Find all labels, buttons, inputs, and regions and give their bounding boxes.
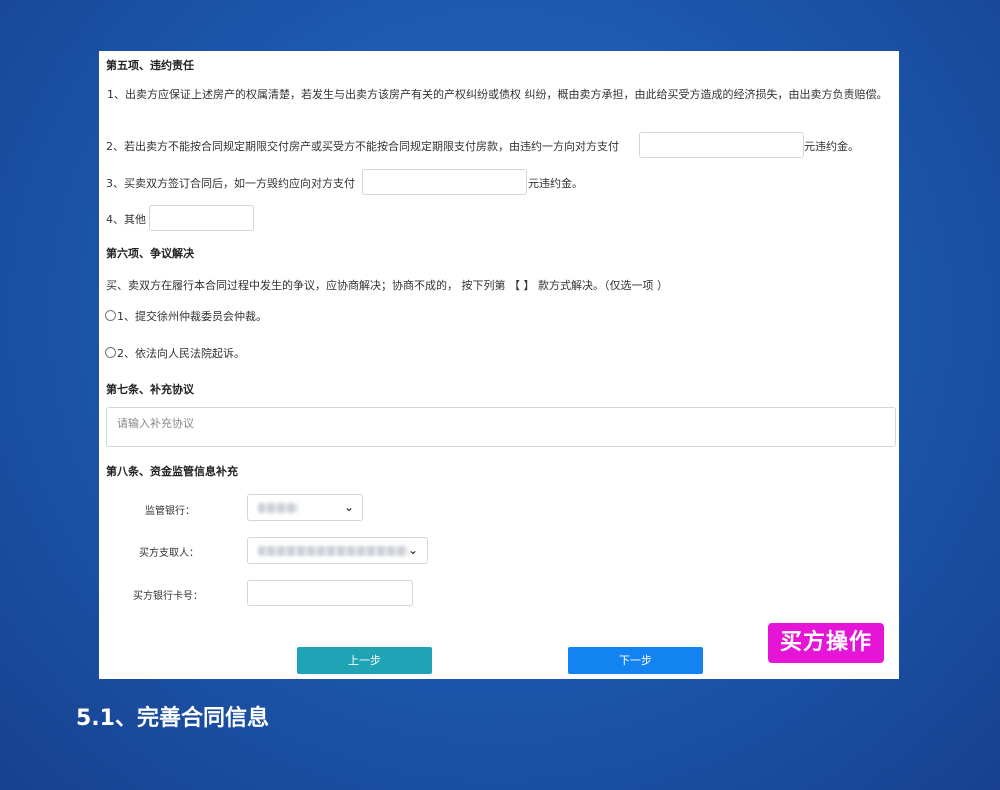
radio-option-court-label: 2、依法向人民法院起诉。 [117, 347, 245, 360]
section5-item4-label: 4、其他 [106, 213, 146, 226]
section7-title: 第七条、补充协议 [106, 383, 194, 396]
contract-form-panel: 第五项、违约责任 1、出卖方应保证上述房产的权属清楚，若发生与出卖方该房产有关的… [99, 51, 899, 679]
chevron-down-icon: ⌄ [344, 500, 355, 514]
radio-option-arbitration[interactable]: 1、提交徐州仲裁委员会仲裁。 [105, 308, 267, 324]
buyer-operation-badge: 买方操作 [768, 623, 884, 663]
prev-step-button[interactable]: 上一步 [297, 647, 432, 674]
other-terms-input[interactable] [149, 205, 254, 231]
section8-title: 第八条、资金监管信息补充 [106, 465, 238, 478]
section5-item3-suffix: 元违约金。 [528, 177, 583, 190]
chevron-down-icon: ⌄ [408, 543, 419, 557]
section5-item1: 1、出卖方应保证上述房产的权属清楚，若发生与出卖方该房产有关的产权纠纷或债权 纠… [107, 88, 888, 101]
step-caption: 5.1、完善合同信息 [76, 706, 269, 731]
buyer-card-number-label: 买方银行卡号： [133, 591, 203, 602]
next-step-button[interactable]: 下一步 [568, 647, 703, 674]
section5-item3-text: 3、买卖双方签订合同后，如一方毁约应向对方支付 [106, 177, 355, 190]
section6-text: 买、卖双方在履行本合同过程中发生的争议，应协商解决；协商不成的， 按下列第 【 … [106, 279, 668, 292]
buyer-payee-label: 买方支取人： [139, 548, 199, 559]
section6-title: 第六项、争议解决 [106, 247, 194, 260]
supplementary-agreement-placeholder: 请输入补充协议 [117, 417, 194, 430]
section5-item2-text: 2、若出卖方不能按合同规定期限交付房产或买受方不能按合同规定期限支付房款，由违约… [106, 140, 619, 153]
radio-icon[interactable] [105, 310, 116, 321]
blurred-value [258, 503, 298, 513]
section5-item2-suffix: 元违约金。 [804, 140, 859, 153]
supervising-bank-label: 监管银行： [145, 506, 195, 517]
supplementary-agreement-textarea[interactable]: 请输入补充协议 [106, 407, 896, 447]
section5-title: 第五项、违约责任 [106, 59, 194, 72]
buyer-card-number-input[interactable] [247, 580, 413, 606]
supervising-bank-select[interactable]: ⌄ [247, 494, 363, 521]
radio-option-arbitration-label: 1、提交徐州仲裁委员会仲裁。 [117, 310, 267, 323]
liquidated-damages-input[interactable] [639, 132, 804, 158]
blurred-value [258, 546, 408, 556]
breach-amount-input[interactable] [362, 169, 527, 195]
buyer-payee-select[interactable]: ⌄ [247, 537, 428, 564]
radio-icon[interactable] [105, 347, 116, 358]
radio-option-court[interactable]: 2、依法向人民法院起诉。 [105, 345, 245, 361]
